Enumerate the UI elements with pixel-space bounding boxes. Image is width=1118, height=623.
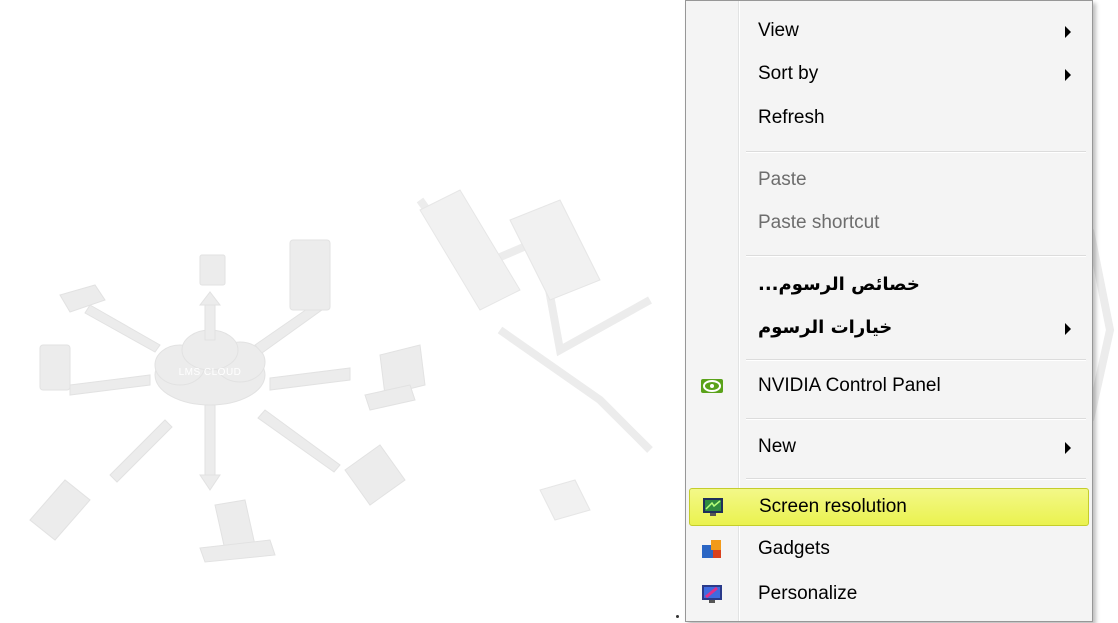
menu-item-label: ...خصائص الرسوم	[758, 274, 920, 295]
submenu-arrow-icon	[1065, 323, 1071, 335]
menu-item-screen-resolution[interactable]: Screen resolution	[689, 488, 1089, 526]
menu-item-gadgets[interactable]: Gadgets	[689, 531, 1089, 569]
menu-item-label: Screen resolution	[759, 496, 907, 517]
menu-item-label: NVIDIA Control Panel	[758, 375, 941, 396]
menu-item-label: New	[758, 436, 797, 457]
menu-item-nvidia-control-panel[interactable]: NVIDIA Control Panel	[689, 368, 1089, 406]
desktop-context-menu: View Sort by Refresh Paste Paste shortcu…	[685, 0, 1093, 622]
menu-item-graphics-properties[interactable]: ...خصائص الرسوم	[689, 267, 1089, 305]
menu-item-label: Paste shortcut	[758, 212, 880, 233]
menu-separator	[746, 359, 1086, 361]
menu-item-label: Personalize	[758, 583, 858, 604]
menu-item-paste[interactable]: Paste	[689, 162, 1089, 200]
cloud-label: LMS CLOUD	[178, 367, 242, 378]
screen-resolution-icon	[703, 498, 723, 516]
menu-item-label: View	[758, 20, 799, 41]
menu-item-sort-by[interactable]: Sort by	[689, 56, 1089, 94]
menu-item-refresh[interactable]: Refresh	[689, 100, 1089, 138]
menu-separator	[746, 478, 1086, 480]
menu-separator	[746, 151, 1086, 153]
menu-item-label: Paste	[758, 169, 807, 190]
menu-item-view[interactable]: View	[689, 13, 1089, 51]
menu-item-new[interactable]: New	[689, 429, 1089, 467]
menu-item-personalize[interactable]: Personalize	[689, 576, 1089, 614]
submenu-arrow-icon	[1065, 26, 1071, 38]
menu-item-paste-shortcut[interactable]: Paste shortcut	[689, 205, 1089, 243]
menu-item-label: Gadgets	[758, 538, 830, 559]
menu-item-label: Refresh	[758, 107, 825, 128]
menu-item-label: Sort by	[758, 63, 819, 84]
gadgets-icon	[702, 540, 721, 558]
menu-item-graphics-options[interactable]: خيارات الرسوم	[689, 310, 1089, 348]
menu-item-label: خيارات الرسوم	[758, 317, 893, 338]
personalize-icon	[702, 585, 722, 603]
menu-separator	[746, 255, 1086, 257]
nvidia-icon	[701, 379, 723, 393]
submenu-arrow-icon	[1065, 69, 1071, 81]
menu-separator	[746, 418, 1086, 420]
cursor-dot	[676, 615, 679, 618]
submenu-arrow-icon	[1065, 442, 1071, 454]
